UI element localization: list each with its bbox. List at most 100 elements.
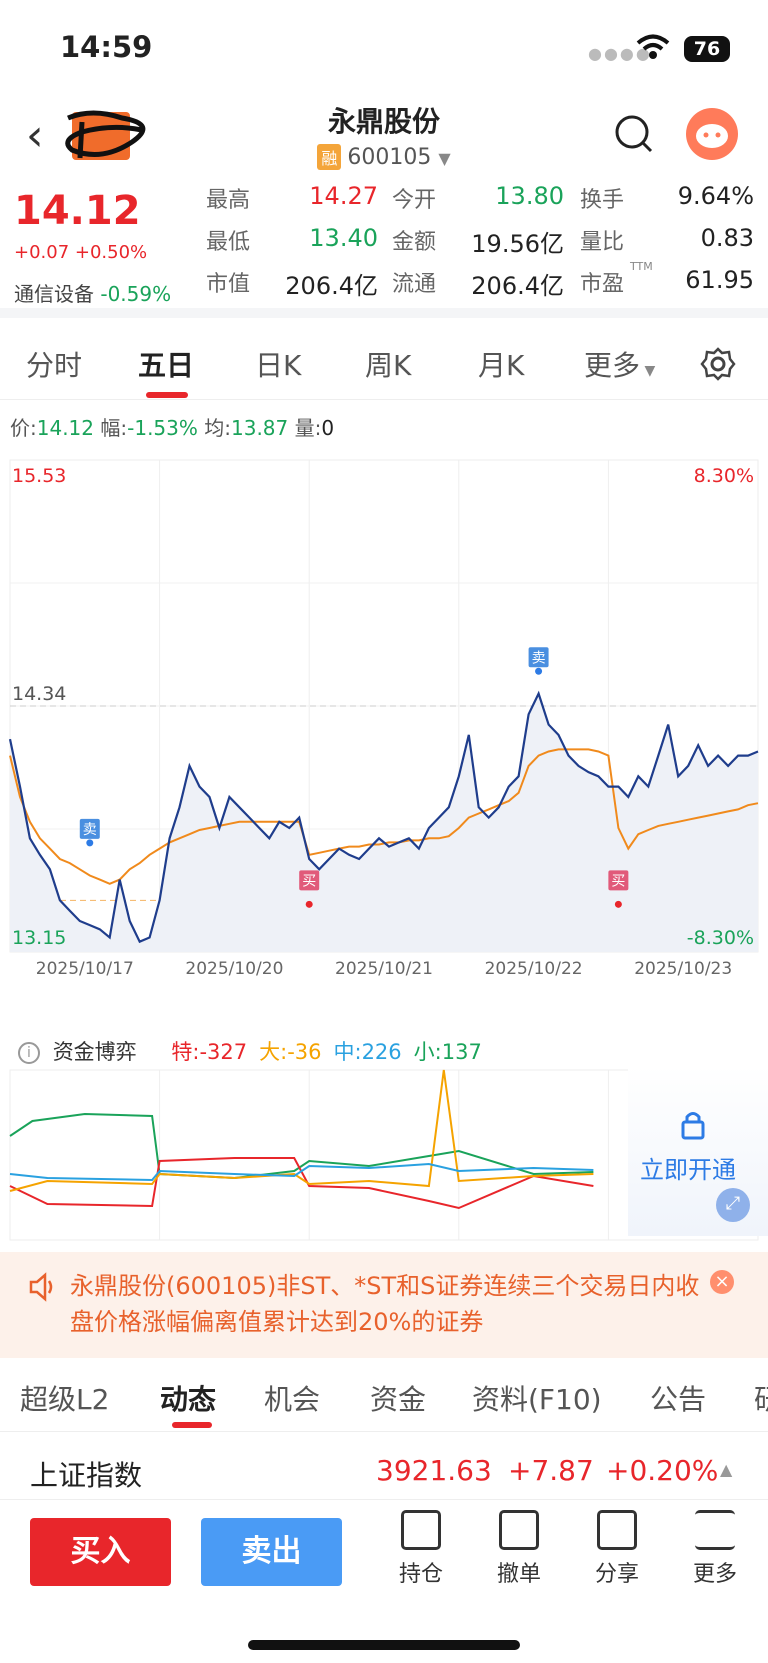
tab-daily-k[interactable]: 日K xyxy=(255,344,301,384)
info-icon[interactable]: i xyxy=(18,1042,40,1064)
active-tab-indicator xyxy=(146,392,188,398)
settings-gear-icon[interactable] xyxy=(700,346,736,382)
nav-bar: ‹ 永鼎股份 融 600105 ▼ xyxy=(0,92,768,180)
quote-panel: 14.12 +0.07 +0.50% 通信设备 -0.59% 最高 14.27 … xyxy=(0,180,768,308)
trade-marker-label-1: 买 xyxy=(302,873,316,889)
five-day-price-chart[interactable]: 15.53 14.34 13.15 8.30% -8.30% 2025/10/17 2025… xyxy=(0,456,768,1026)
trade-marker-dot-2 xyxy=(535,667,543,675)
value-turnover: 9.64% xyxy=(677,182,754,210)
value-amount: 19.56亿 xyxy=(471,230,564,258)
fund-item-1: 大:-36 xyxy=(259,1040,322,1064)
tab-opportunity[interactable]: 机会 xyxy=(264,1378,320,1418)
tab-research[interactable]: 研 xyxy=(754,1378,768,1418)
positions-icon xyxy=(401,1510,441,1550)
x-label-1: 2025/10/20 xyxy=(185,959,283,979)
notice-text: 永鼎股份(600105)非ST、*ST和S证券连续三个交易日内收盘价格涨幅偏离值… xyxy=(70,1272,700,1336)
label-pe: 市盈 xyxy=(580,272,625,297)
collapse-icon[interactable]: ▲ xyxy=(720,1460,732,1479)
notice-banner[interactable]: 永鼎股份(600105)非ST、*ST和S证券连续三个交易日内收盘价格涨幅偏离值… xyxy=(0,1252,768,1358)
fund-item-2: 中:226 xyxy=(333,1040,402,1064)
divider xyxy=(0,308,768,318)
value-high: 14.27 xyxy=(309,182,378,210)
share-icon xyxy=(597,1510,637,1550)
sector-row[interactable]: 通信设备 -0.59% xyxy=(14,278,171,307)
info-volume: 0 xyxy=(321,416,335,440)
index-ticker[interactable]: 上证指数 3921.63 +7.87 +0.20% ▲ xyxy=(0,1440,768,1500)
status-bar: 14:59 ●●●● 76 xyxy=(0,0,768,92)
fund-flow-title: 资金博弈 xyxy=(52,1040,137,1064)
tab-announcements[interactable]: 公告 xyxy=(650,1378,706,1418)
more-button[interactable]: 更多 xyxy=(680,1510,750,1588)
speaker-icon xyxy=(29,1272,53,1302)
value-low: 13.40 xyxy=(309,224,378,252)
tab-intraday[interactable]: 分时 xyxy=(26,344,82,384)
buy-button[interactable]: 买入 xyxy=(30,1518,171,1586)
y-label-min: 13.15 xyxy=(12,927,66,949)
label-open: 今开 xyxy=(392,188,437,213)
value-open: 13.80 xyxy=(495,182,564,210)
fund-flow-header: i 资金博弈 特:-327 大:-36 中:226 小:137 xyxy=(18,1036,494,1066)
tab-news[interactable]: 动态 xyxy=(160,1378,216,1418)
expand-icon[interactable]: ⤢ xyxy=(716,1188,750,1222)
battery-icon: 76 xyxy=(684,36,730,62)
home-indicator xyxy=(248,1640,520,1650)
trade-marker-label-3: 买 xyxy=(611,873,625,889)
label-low: 最低 xyxy=(206,230,251,255)
trade-marker-dot-1 xyxy=(305,900,313,908)
sell-button[interactable]: 卖出 xyxy=(201,1518,342,1586)
y-label-max: 15.53 xyxy=(12,465,66,487)
x-label-4: 2025/10/23 xyxy=(634,959,732,979)
share-button[interactable]: 分享 xyxy=(582,1510,652,1588)
tab-weekly-k[interactable]: 周K xyxy=(365,344,411,384)
value-float: 206.4亿 xyxy=(471,272,564,300)
label-market-cap: 市值 xyxy=(206,272,251,297)
trade-marker-label-0: 卖 xyxy=(83,822,97,838)
tab-monthly-k[interactable]: 月K xyxy=(478,344,524,384)
trade-marker-label-2: 卖 xyxy=(532,650,546,666)
fund-item-3: 小:137 xyxy=(413,1040,482,1064)
wifi-icon xyxy=(636,34,670,59)
info-avg: 13.87 xyxy=(231,416,289,440)
y-label-pct-max: 8.30% xyxy=(694,465,754,487)
info-range: -1.53% xyxy=(127,416,198,440)
cancel-order-icon xyxy=(499,1510,539,1550)
fund-item-0: 特:-327 xyxy=(171,1040,248,1064)
value-market-cap: 206.4亿 xyxy=(285,272,378,300)
info-price: 14.12 xyxy=(36,416,95,440)
close-icon[interactable]: × xyxy=(710,1270,734,1294)
tab-super-l2[interactable]: 超级L2 xyxy=(20,1378,109,1418)
stock-code: 600105 xyxy=(347,145,432,170)
sector-name: 通信设备 xyxy=(14,282,94,306)
y-label-pct-min: -8.30% xyxy=(687,927,754,949)
trade-marker-dot-0 xyxy=(86,839,94,847)
unlock-overlay[interactable]: 立即开通 ⤢ xyxy=(628,1066,768,1236)
tab-five-day[interactable]: 五日 xyxy=(138,344,194,384)
search-icon[interactable] xyxy=(614,112,654,158)
lock-icon xyxy=(681,1112,705,1140)
tab-more[interactable]: 更多 ▼ xyxy=(584,344,655,384)
label-volume-ratio: 量比 xyxy=(580,230,625,255)
index-value: 3921.63 xyxy=(376,1454,492,1487)
fund-flow-values: 特:-327 大:-36 中:226 小:137 xyxy=(171,1040,493,1064)
tab-funds[interactable]: 资金 xyxy=(370,1378,426,1418)
menu-icon xyxy=(695,1510,735,1550)
cancel-order-button[interactable]: 撤单 xyxy=(484,1510,554,1588)
chart-tab-bar: 分时 五日 日K 周K 月K 更多 ▼ xyxy=(0,318,768,400)
index-change: +7.87 xyxy=(508,1454,594,1487)
positions-button[interactable]: 持仓 xyxy=(386,1510,456,1588)
crosshair-info: 价:14.12 幅:-1.53% 均:13.87 量:0 xyxy=(10,416,335,440)
x-label-2: 2025/10/21 xyxy=(335,959,433,979)
current-price: 14.12 xyxy=(14,188,141,234)
y-label-mid: 14.34 xyxy=(12,683,66,705)
label-turnover: 换手 xyxy=(580,188,625,213)
unlock-text[interactable]: 立即开通 xyxy=(640,1150,736,1185)
tab-f10[interactable]: 资料(F10) xyxy=(472,1378,602,1418)
label-high: 最高 xyxy=(206,188,251,213)
dropdown-icon: ▼ xyxy=(438,149,451,168)
value-volume-ratio: 0.83 xyxy=(700,224,754,252)
trade-marker-dot-3 xyxy=(614,900,622,908)
index-pct: +0.20% xyxy=(606,1454,719,1487)
assistant-avatar-icon[interactable] xyxy=(686,108,738,160)
info-tab-bar: 超级L2 动态 机会 资金 资料(F10) 公告 研 xyxy=(0,1360,768,1432)
price-change: +0.07 +0.50% xyxy=(14,242,148,263)
